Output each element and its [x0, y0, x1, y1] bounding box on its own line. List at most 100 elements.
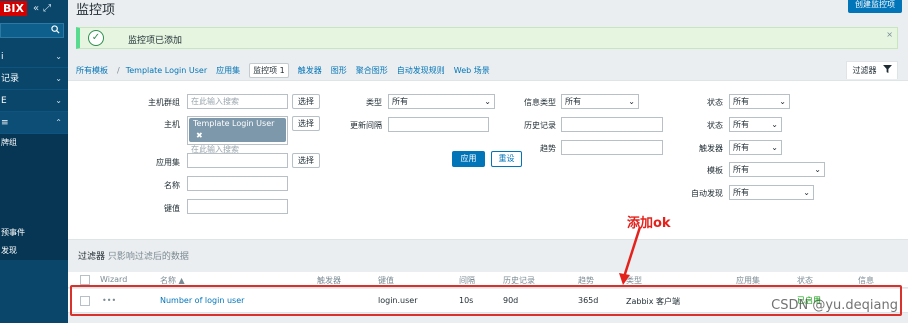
- template-select[interactable]: 所有 ⌄: [729, 162, 825, 177]
- sidebar-item-label: i: [1, 52, 4, 62]
- application-select-button[interactable]: 选择: [292, 153, 320, 168]
- application-input[interactable]: [187, 153, 288, 168]
- remove-icon[interactable]: ✖: [196, 131, 203, 140]
- key-input[interactable]: [187, 199, 288, 214]
- tab-web-scenarios[interactable]: Web 场景: [454, 65, 490, 76]
- sidebar-item-label: ≡: [1, 118, 9, 128]
- info-type-select-value: 所有: [565, 97, 581, 106]
- sidebar-subitem-discovery[interactable]: 发现: [0, 242, 68, 260]
- sidebar-item-label: E: [1, 96, 7, 106]
- filter-toggle-tab[interactable]: 过滤器: [846, 61, 898, 79]
- type-label: 类型: [366, 98, 382, 107]
- chevron-down-icon: ⌄: [779, 97, 786, 106]
- sidebar-header: BIX « ⤢: [0, 0, 68, 17]
- name-label: 名称: [164, 181, 180, 190]
- tab-screens[interactable]: 聚合图形: [356, 65, 388, 76]
- sidebar-subitem-label: 预事件: [1, 228, 25, 237]
- chevron-up-icon: ⌃: [55, 118, 62, 127]
- sidebar-search-input[interactable]: [0, 23, 64, 38]
- sidebar-item-label: 记录: [1, 74, 20, 84]
- template-select-value: 所有: [733, 165, 749, 174]
- sidebar-item-configuration[interactable]: ≡ ⌃: [0, 112, 68, 134]
- sidebar-subitem-hostgroups[interactable]: 牌组: [0, 134, 68, 152]
- info-type-label: 信息类型: [524, 98, 556, 107]
- status2-select[interactable]: 所有 ⌄: [729, 117, 782, 132]
- trigger-select-value: 所有: [733, 143, 749, 152]
- chevron-down-icon: ⌄: [771, 143, 778, 152]
- sidebar-item-monitoring[interactable]: i ⌄: [0, 46, 68, 68]
- check-icon: ✓: [88, 30, 104, 46]
- interval-label: 更新间隔: [350, 121, 382, 130]
- chevron-down-icon: ⌄: [55, 96, 62, 105]
- tab-graphs[interactable]: 图形: [331, 65, 347, 76]
- type-select-value: 所有: [392, 97, 408, 106]
- sidebar-subitem-events[interactable]: 预事件: [0, 224, 68, 242]
- apply-button[interactable]: 应用: [452, 151, 485, 167]
- sidebar: BIX « ⤢ i ⌄ 记录 ⌄ E ⌄ ≡ ⌃ 牌组 预事件 发现: [0, 0, 68, 323]
- chevron-down-icon: ⌄: [55, 74, 62, 83]
- breadcrumb-all-templates[interactable]: 所有模板: [76, 65, 108, 76]
- sidebar-item-reports[interactable]: E ⌄: [0, 90, 68, 112]
- tab-applications[interactable]: 应用集: [216, 65, 240, 76]
- type-select[interactable]: 所有 ⌄: [388, 94, 495, 109]
- host-group-select-button[interactable]: 选择: [292, 94, 320, 109]
- chevron-down-icon: ⌄: [628, 97, 635, 106]
- reset-button[interactable]: 重设: [491, 151, 522, 167]
- collapse-sidebar-icon[interactable]: «: [33, 3, 39, 14]
- breadcrumb-template[interactable]: Template Login User: [126, 66, 207, 75]
- success-message-text: 监控项已添加: [128, 36, 183, 46]
- page-title: 监控项: [76, 3, 116, 18]
- search-icon[interactable]: [51, 25, 60, 37]
- status-select[interactable]: 所有 ⌄: [729, 94, 790, 109]
- create-item-button[interactable]: 创建监控项: [848, 0, 902, 13]
- host-tag: Template Login User ✖: [189, 118, 286, 142]
- host-multiselect[interactable]: Template Login User ✖ 在此输入搜索: [187, 116, 288, 154]
- close-icon[interactable]: ×: [886, 30, 893, 39]
- sidebar-subitem-hosts[interactable]: [0, 170, 68, 188]
- host-select-button[interactable]: 选择: [292, 116, 320, 131]
- main-content: 监控项 创建监控项 ✓ 监控项已添加 × 所有模板 / Template Log…: [68, 0, 908, 323]
- trends-input[interactable]: [561, 140, 663, 155]
- interval-input[interactable]: [388, 117, 489, 132]
- chevron-down-icon: ⌄: [55, 52, 62, 61]
- select-all-checkbox[interactable]: [80, 275, 90, 285]
- filter-tab-label: 过滤器: [852, 66, 877, 75]
- chevron-down-icon: ⌄: [814, 165, 821, 174]
- name-input[interactable]: [187, 176, 288, 191]
- status-label: 状态: [707, 98, 723, 107]
- status2-label: 状态: [707, 121, 723, 130]
- host-label: 主机: [164, 120, 180, 129]
- history-input[interactable]: [561, 117, 663, 132]
- sidebar-subitem-actions[interactable]: [0, 206, 68, 224]
- column-wizard: Wizard: [100, 275, 128, 284]
- filter-icon: [883, 65, 892, 75]
- discovery-select-value: 所有: [733, 188, 749, 197]
- host-group-label: 主机群组: [148, 98, 180, 107]
- host-tag-label: Template Login User: [193, 119, 275, 128]
- status2-select-value: 所有: [733, 120, 749, 129]
- sidebar-subitem-templates[interactable]: [0, 152, 68, 170]
- tab-discovery-rules[interactable]: 自动发现规则: [397, 65, 445, 76]
- trigger-select[interactable]: 所有 ⌄: [729, 140, 782, 155]
- discovery-label: 自动发现: [691, 189, 723, 198]
- breadcrumb-separator: /: [117, 65, 120, 75]
- discovery-select[interactable]: 所有 ⌄: [729, 185, 814, 200]
- sidebar-item-inventory[interactable]: 记录 ⌄: [0, 68, 68, 90]
- sidebar-subitem-label: 牌组: [1, 138, 17, 147]
- host-group-input[interactable]: 在此输入搜索: [187, 94, 288, 109]
- expand-icon[interactable]: ⤢: [43, 3, 51, 14]
- tab-items[interactable]: 监控项 1: [249, 62, 289, 78]
- annotation-arrow: [619, 226, 642, 285]
- info-type-select[interactable]: 所有 ⌄: [561, 94, 639, 109]
- zabbix-logo[interactable]: BIX: [0, 1, 27, 16]
- chevron-down-icon: ⌄: [771, 120, 778, 129]
- template-label: 模板: [707, 166, 723, 175]
- breadcrumb: 所有模板 / Template Login User 应用集 监控项 1 触发器…: [76, 62, 499, 78]
- sidebar-subitem-maintenance[interactable]: [0, 188, 68, 206]
- key-label: 键值: [164, 204, 180, 213]
- history-label: 历史记录: [524, 121, 556, 130]
- status-select-value: 所有: [733, 97, 749, 106]
- chevron-down-icon: ⌄: [803, 188, 810, 197]
- success-message: ✓ 监控项已添加 ×: [76, 27, 898, 49]
- tab-triggers[interactable]: 触发器: [298, 65, 322, 76]
